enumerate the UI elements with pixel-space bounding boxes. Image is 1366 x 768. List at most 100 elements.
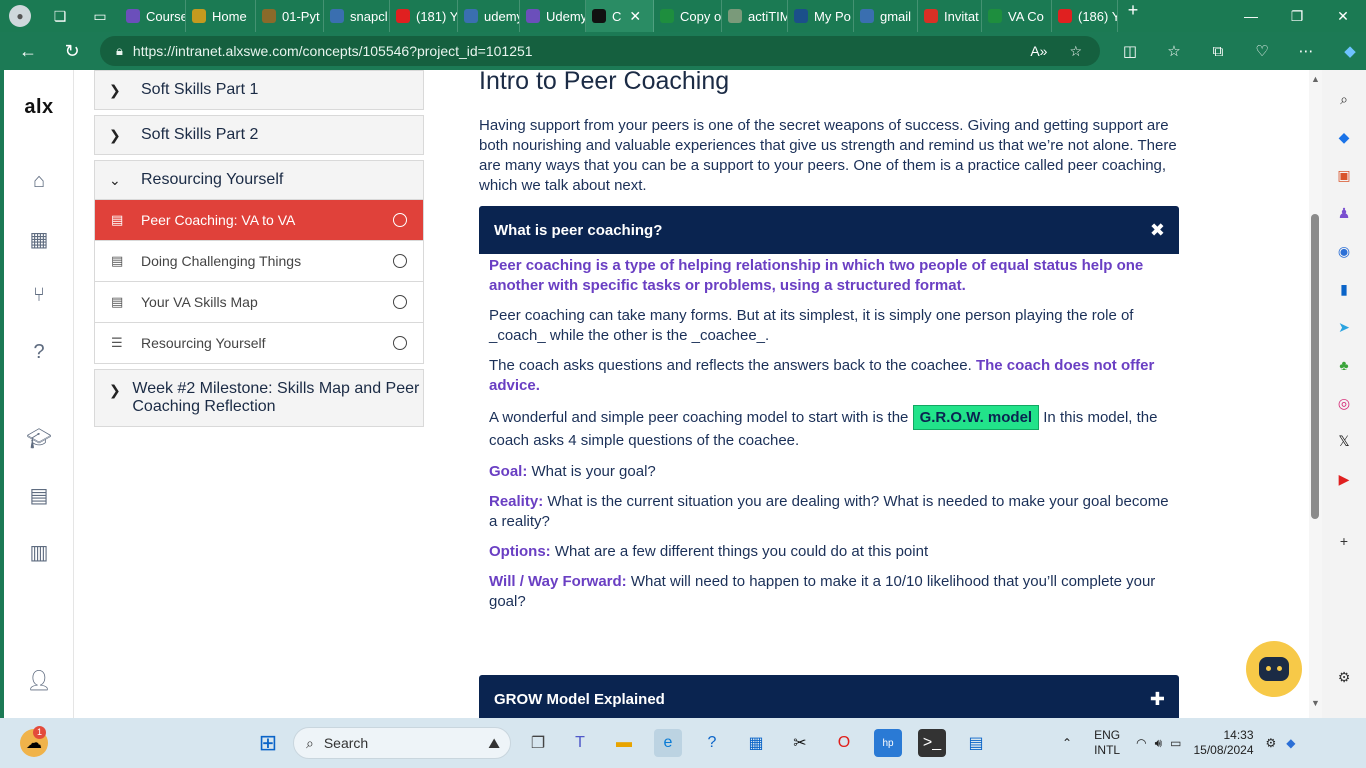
task-view-icon[interactable]: ❐ [524, 729, 552, 757]
chevron-up-icon[interactable]: ⌃ [1062, 736, 1072, 750]
outlook-icon[interactable]: ▮ [1331, 276, 1357, 302]
split-screen-icon[interactable]: ◫ [1108, 42, 1152, 60]
language-indicator[interactable]: ENG INTL [1094, 728, 1120, 758]
sidebar-settings-icon[interactable]: ⚙ [1331, 664, 1357, 690]
restore-icon[interactable]: ❐ [1274, 0, 1320, 32]
tab-home[interactable]: Home [186, 0, 256, 32]
film-icon[interactable]: ▥ [4, 540, 74, 565]
tree-app-icon[interactable]: ♣ [1331, 352, 1357, 378]
edge-icon[interactable]: e [654, 729, 682, 757]
accordion-grow-model-explained[interactable]: GROW Model Explained ✚ [479, 675, 1179, 718]
add-sidebar-app-icon[interactable]: + [1331, 528, 1357, 554]
x-icon[interactable]: 𝕏 [1331, 428, 1357, 454]
chat-button[interactable] [1246, 641, 1302, 697]
volume-icon[interactable]: 🔊︎ [1155, 736, 1163, 751]
lesson-resourcing-yourself[interactable]: ☰ Resourcing Yourself [94, 323, 424, 364]
copilot-taskbar-icon[interactable]: ◆ [1286, 736, 1295, 750]
more-menu-icon[interactable]: ⋯ [1284, 42, 1328, 60]
focus-icon[interactable]: ⚙ [1266, 736, 1277, 750]
refresh-icon[interactable]: ↻ [50, 32, 94, 70]
tab-python[interactable]: 01-Pyt [256, 0, 324, 32]
scroll-up-icon[interactable]: ▲ [1311, 74, 1320, 84]
help-icon[interactable]: ? [4, 341, 74, 364]
wifi-icon[interactable]: ◠ [1136, 736, 1146, 750]
lesson-doing-challenging-things[interactable]: ▤ Doing Challenging Things [94, 241, 424, 282]
teams-icon[interactable]: T [566, 729, 594, 757]
tab-gmail-search[interactable]: gmail [854, 0, 918, 32]
tab-va-course[interactable]: VA Co [982, 0, 1052, 32]
notepad-icon[interactable]: ▤ [962, 729, 990, 757]
calendar-icon[interactable]: ▦ [4, 227, 74, 252]
tab-udemy[interactable]: Udemy [520, 0, 586, 32]
copilot-sidebar-icon[interactable]: ◉ [1331, 238, 1357, 264]
accordion-what-is-peer-coaching[interactable]: What is peer coaching? ✖ [479, 206, 1179, 254]
graduation-cap-icon[interactable]: 🎓︎ [4, 426, 74, 451]
tab-youtube-181[interactable]: (181) Y [390, 0, 458, 32]
fork-icon[interactable]: ⑂ [4, 284, 74, 307]
taskbar-search[interactable]: ⌕ Search ⛰ [293, 727, 511, 759]
tools-briefcase-icon[interactable]: ▣ [1331, 162, 1357, 188]
scroll-down-icon[interactable]: ▼ [1311, 698, 1320, 708]
capcut-icon[interactable]: ✂ [786, 729, 814, 757]
youtube-icon[interactable]: ▶ [1331, 466, 1357, 492]
close-window-icon[interactable]: ✕ [1320, 0, 1366, 32]
games-icon[interactable]: ♟ [1331, 200, 1357, 226]
scrollbar-thumb[interactable] [1311, 214, 1319, 519]
lesson-va-skills-map[interactable]: ▤ Your VA Skills Map [94, 282, 424, 323]
tab-course[interactable]: Course [120, 0, 186, 32]
tab-gmail-invitation[interactable]: Invitat [918, 0, 982, 32]
tab-sheets-copy[interactable]: Copy o [654, 0, 722, 32]
close-icon[interactable]: ✖ [1150, 220, 1165, 241]
tab-youtube-186[interactable]: (186) Y [1052, 0, 1118, 32]
favorite-star-icon[interactable]: ☆ [1069, 43, 1082, 60]
windows-start-icon[interactable]: ⊞ [254, 729, 282, 757]
tab-snapclip[interactable]: snapcl [324, 0, 390, 32]
new-tab-button[interactable]: + [1118, 0, 1148, 32]
lesson-peer-coaching[interactable]: ▤ Peer Coaching: VA to VA [94, 200, 424, 241]
tab-actitime[interactable]: actiTIM [722, 0, 788, 32]
battery-icon[interactable]: ▭ [1170, 736, 1181, 750]
section-week2-milestone[interactable]: ❯ Week #2 Milestone: Skills Map and Peer… [94, 369, 424, 427]
read-aloud-icon[interactable]: A» [1030, 43, 1047, 60]
search-icon[interactable]: ⌕ [1331, 86, 1357, 112]
close-tab-icon[interactable]: ✕ [629, 8, 641, 25]
profile-avatar[interactable]: ● [0, 0, 40, 32]
minimize-icon[interactable]: — [1228, 0, 1274, 32]
clock[interactable]: 14:33 15/08/2024 [1193, 728, 1253, 758]
collections-icon[interactable]: ⧉ [1196, 43, 1240, 60]
address-bar[interactable]: 🔒︎ https://intranet.alxswe.com/concepts/… [100, 36, 1100, 66]
lock-icon[interactable]: 🔒︎ [116, 43, 123, 59]
section-resourcing-yourself[interactable]: ⌄ Resourcing Yourself [94, 160, 424, 200]
browser-essentials-icon[interactable]: ♡ [1240, 42, 1284, 60]
section-soft-skills-2[interactable]: ❯ Soft Skills Part 2 [94, 115, 424, 155]
telegram-icon[interactable]: ➤ [1331, 314, 1357, 340]
hp-app-icon[interactable]: hp [874, 729, 902, 757]
file-explorer-icon[interactable]: ▬ [610, 729, 638, 757]
back-icon[interactable]: ← [6, 32, 50, 70]
shopping-tag-icon[interactable]: ◆ [1331, 124, 1357, 150]
tab-actions-icon[interactable]: ▭ [80, 0, 120, 32]
tab-favicon-icon [728, 9, 742, 23]
document-icon[interactable]: ▤ [4, 483, 74, 508]
tab-favicon-icon [396, 9, 410, 23]
user-icon[interactable]: 👤︎ [4, 668, 74, 693]
terminal-icon[interactable]: >_ [918, 729, 946, 757]
status-circle-icon [393, 213, 407, 227]
home-icon[interactable]: ⌂ [4, 170, 74, 193]
tab-udemy-search[interactable]: udemy [458, 0, 520, 32]
lesson-list: ▤ Peer Coaching: VA to VA ▤ Doing Challe… [94, 200, 424, 364]
tab-alx-active[interactable]: C ✕ [586, 0, 654, 32]
tab-my-portal[interactable]: My Po [788, 0, 854, 32]
favorites-icon[interactable]: ☆ [1152, 42, 1196, 60]
help-app-icon[interactable]: ? [698, 729, 726, 757]
alx-logo[interactable]: alx [4, 96, 74, 119]
page-scrollbar[interactable]: ▲ ▼ [1309, 70, 1322, 718]
instagram-icon[interactable]: ◎ [1331, 390, 1357, 416]
opera-icon[interactable]: O [830, 729, 858, 757]
store-icon[interactable]: ▦ [742, 729, 770, 757]
section-soft-skills-1[interactable]: ❯ Soft Skills Part 1 [94, 70, 424, 110]
plus-icon[interactable]: ✚ [1150, 689, 1165, 710]
workspaces-icon[interactable]: ❏ [40, 0, 80, 32]
copilot-icon[interactable]: ◆ [1328, 42, 1366, 60]
tab-favicon-icon [794, 9, 808, 23]
